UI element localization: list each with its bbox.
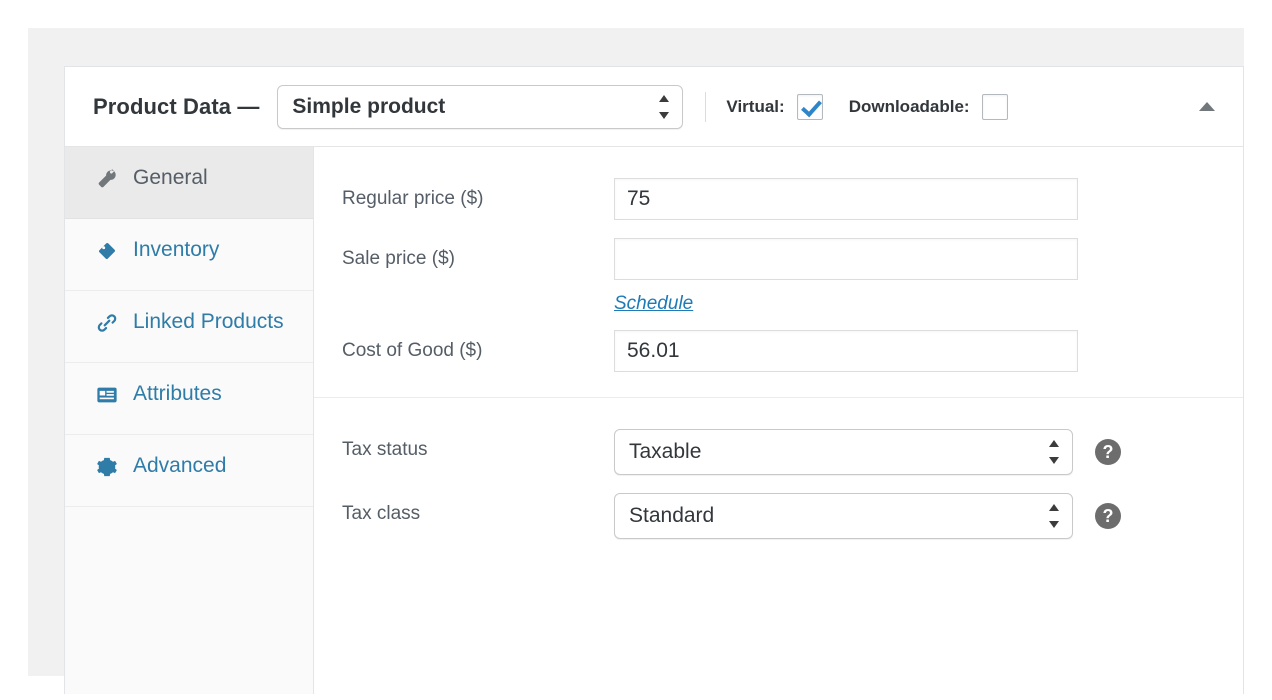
- wrench-icon: [95, 167, 119, 191]
- downloadable-checkbox[interactable]: [981, 93, 1008, 120]
- tab-advanced-label: Advanced: [133, 454, 227, 477]
- cost-of-good-control: 56.01: [614, 330, 1221, 372]
- virtual-checkbox-group[interactable]: Virtual:: [726, 93, 823, 120]
- tag-icon: [95, 239, 119, 263]
- page-title: Product Data —: [93, 93, 260, 119]
- virtual-label: Virtual:: [726, 96, 785, 116]
- cost-of-good-row: Cost of Good ($) 56.01: [314, 321, 1243, 381]
- product-data-header: Product Data — Simple product Virtual: D…: [65, 67, 1243, 147]
- tax-class-row: Tax class Standard ?: [314, 484, 1243, 548]
- tax-status-value: Taxable: [629, 440, 702, 463]
- product-type-select[interactable]: Simple product: [277, 84, 684, 129]
- regular-price-label: Regular price ($): [342, 188, 484, 209]
- schedule-row: Schedule: [314, 289, 1243, 321]
- tax-class-control: Standard ?: [614, 493, 1221, 539]
- sale-price-control: [614, 238, 1221, 280]
- schedule-link[interactable]: Schedule: [614, 293, 693, 315]
- stepper-arrows-icon: [1048, 440, 1059, 464]
- downloadable-checkbox-group[interactable]: Downloadable:: [848, 93, 1008, 120]
- tab-general-label: General: [133, 166, 208, 189]
- sale-price-input[interactable]: [614, 238, 1078, 280]
- schedule-control: Schedule: [614, 293, 1221, 315]
- tax-class-label: Tax class: [342, 503, 421, 524]
- tab-advanced[interactable]: Advanced: [65, 435, 313, 507]
- page-background: Product Data — Simple product Virtual: D…: [28, 28, 1244, 694]
- collapse-triangle-up-icon[interactable]: [1199, 102, 1215, 111]
- tax-class-help-icon[interactable]: ?: [1095, 503, 1121, 529]
- pricing-field-group: Regular price ($) 75 Sale price ($) Sche…: [314, 147, 1243, 397]
- product-data-body: General Inventory Linked Products Attrib…: [65, 147, 1243, 694]
- regular-price-row: Regular price ($) 75: [314, 169, 1243, 229]
- header-divider: [705, 91, 707, 122]
- stepper-arrows-icon: [1048, 504, 1059, 528]
- link-chain-icon: [95, 311, 119, 335]
- sale-price-label: Sale price ($): [342, 248, 455, 269]
- tab-inventory-label: Inventory: [133, 238, 220, 261]
- cost-of-good-label: Cost of Good ($): [342, 340, 483, 361]
- tax-status-help-icon[interactable]: ?: [1095, 439, 1121, 465]
- tax-class-value: Standard: [629, 504, 715, 527]
- gear-icon: [95, 455, 119, 479]
- product-type-value: Simple product: [292, 94, 446, 118]
- tab-inventory[interactable]: Inventory: [65, 219, 313, 291]
- stepper-arrows-icon: [658, 94, 669, 119]
- regular-price-input[interactable]: 75: [614, 178, 1078, 220]
- tab-linked-products-label: Linked Products: [133, 310, 284, 333]
- tax-class-select[interactable]: Standard: [614, 493, 1073, 539]
- sale-price-row: Sale price ($): [314, 229, 1243, 289]
- tab-attributes[interactable]: Attributes: [65, 363, 313, 435]
- tax-field-group: Tax status Taxable ? Tax class Standard …: [314, 397, 1243, 564]
- virtual-checkbox[interactable]: [796, 93, 823, 120]
- tabs-filler: [65, 507, 313, 627]
- general-tab-panel: Regular price ($) 75 Sale price ($) Sche…: [314, 147, 1243, 694]
- tax-status-select[interactable]: Taxable: [614, 429, 1073, 475]
- cost-of-good-input[interactable]: 56.01: [614, 330, 1078, 372]
- tax-status-label: Tax status: [342, 439, 428, 460]
- product-data-tabs: General Inventory Linked Products Attrib…: [65, 147, 314, 694]
- tax-status-row: Tax status Taxable ?: [314, 420, 1243, 484]
- regular-price-control: 75: [614, 178, 1221, 220]
- list-card-icon: [95, 383, 119, 407]
- tab-attributes-label: Attributes: [133, 382, 222, 405]
- downloadable-label: Downloadable:: [848, 96, 970, 116]
- product-data-panel: Product Data — Simple product Virtual: D…: [64, 66, 1244, 694]
- tab-linked-products[interactable]: Linked Products: [65, 291, 313, 363]
- tab-general[interactable]: General: [65, 147, 313, 219]
- tax-status-control: Taxable ?: [614, 429, 1221, 475]
- schedule-spacer: [342, 293, 614, 303]
